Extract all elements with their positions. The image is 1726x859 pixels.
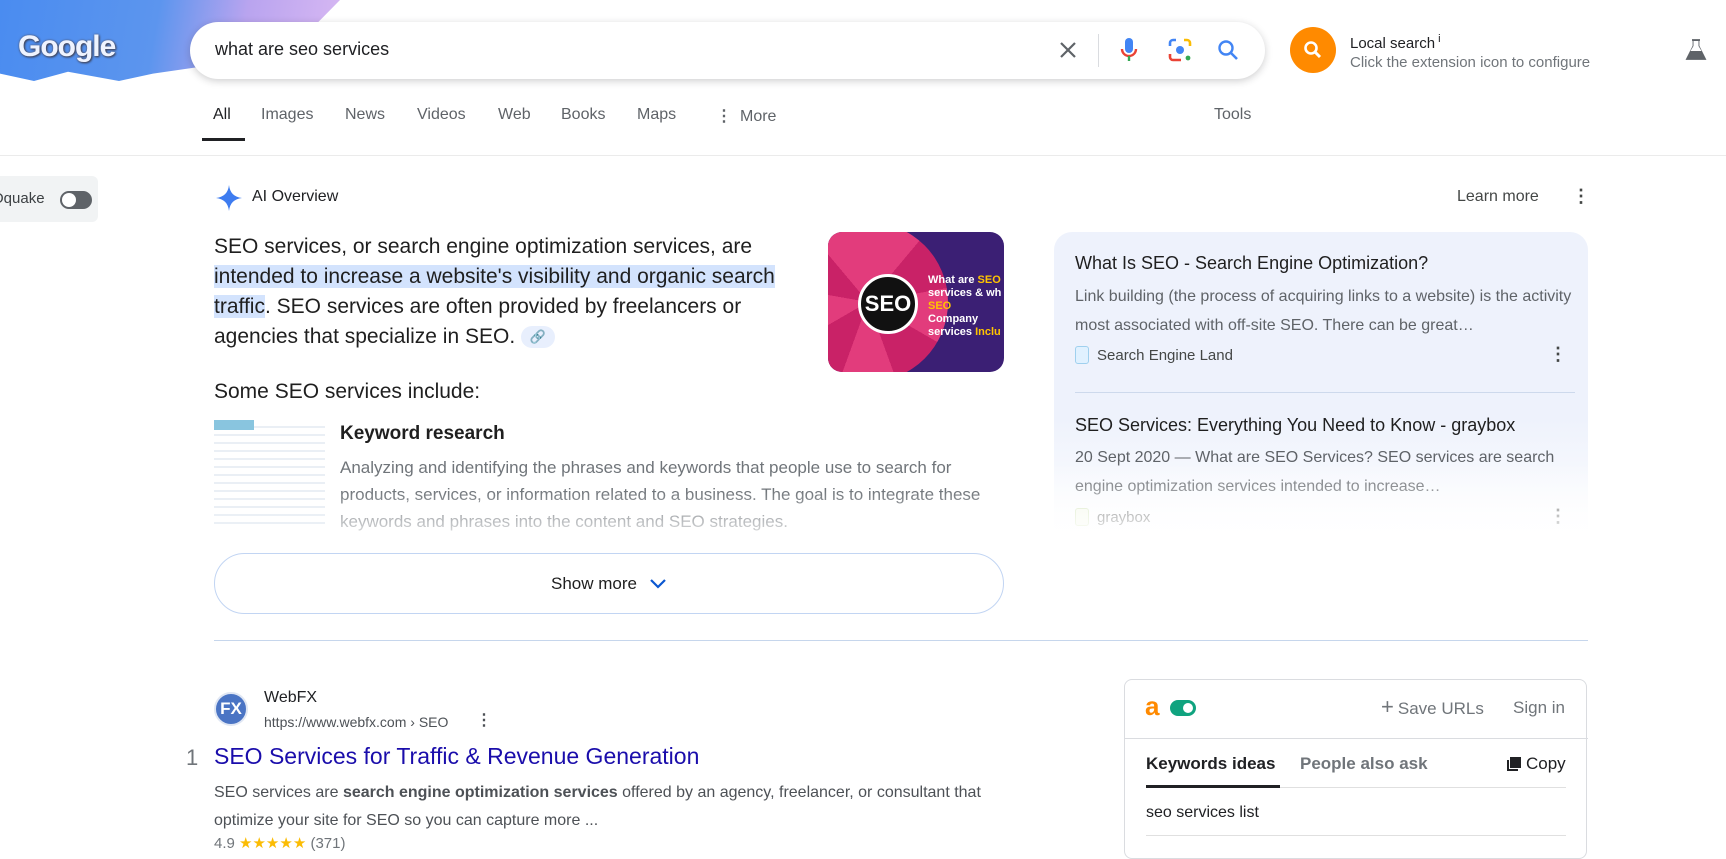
search-box[interactable]: what are seo services (190, 22, 1265, 79)
google-lens-icon[interactable] (1166, 36, 1194, 64)
site-favicon (1075, 346, 1089, 364)
ai-overview-title: AI Overview (252, 188, 339, 205)
caption-part: services & wh (928, 287, 1002, 299)
show-more-label: Show more (551, 573, 637, 593)
summary-text-end: . SEO services are often provided by fre… (214, 295, 742, 348)
tab-web[interactable]: Web (498, 106, 531, 124)
rating-value: 4.9 (214, 835, 235, 852)
result-url[interactable]: https://www.webfx.com › SEO (264, 714, 448, 730)
summary-text: SEO services, or search engine optimizat… (214, 235, 753, 258)
save-urls-label: Save URLs (1397, 699, 1484, 718)
chevron-down-icon (650, 578, 666, 589)
tab-people-also-ask[interactable]: People also ask (1300, 754, 1428, 774)
show-more-button[interactable]: Show more (214, 553, 1004, 614)
result-rating: 4.9 ★★★★★ (371) (214, 834, 345, 852)
keyword-extension-panel: a + Save URLs Sign in Keywords ideas Peop… (1124, 679, 1588, 859)
oquake-label: Oquake (0, 190, 45, 207)
local-search-title: Local search i (1350, 33, 1441, 52)
star-icons: ★★★★★ (239, 835, 307, 852)
result-title-link[interactable]: SEO Services for Traffic & Revenue Gener… (214, 743, 699, 770)
local-search-title-text: Local search (1350, 35, 1436, 52)
service-item-title: Keyword research (340, 423, 505, 444)
clear-icon[interactable] (1054, 36, 1082, 64)
review-count: (371) (310, 835, 346, 852)
plus-icon: + (1381, 694, 1394, 719)
fade-overlay (1054, 462, 1588, 542)
tab-news[interactable]: News (345, 106, 385, 124)
google-logo[interactable]: Google (18, 30, 116, 64)
tab-books[interactable]: Books (561, 106, 605, 124)
more-options-icon[interactable]: ⋮ (1572, 186, 1590, 207)
local-search-extension-icon[interactable] (1290, 27, 1336, 73)
tab-images[interactable]: Images (261, 106, 313, 124)
microphone-icon[interactable] (1115, 36, 1143, 64)
more-vert-icon: ⋮ (716, 108, 732, 125)
result-site-name[interactable]: WebFX (264, 689, 317, 707)
keyword-divider (1146, 835, 1566, 836)
caption-part: SEO (977, 274, 1001, 286)
info-icon[interactable]: i (1438, 33, 1440, 45)
caption-part: services (928, 326, 976, 338)
seo-infographic-image[interactable]: SEO What are SEO services & wh SEO Compa… (828, 232, 1004, 372)
tab-more-label: More (740, 108, 777, 125)
search-input[interactable]: what are seo services (215, 39, 389, 60)
snippet-bold: search engine optimization services (342, 784, 618, 801)
seo-center-label: SEO (858, 274, 918, 334)
tab-more[interactable]: ⋮ More (716, 106, 776, 126)
oquake-toggle[interactable] (60, 191, 92, 209)
result-options-icon[interactable]: ⋮ (476, 710, 492, 730)
result-snippet: SEO services are search engine optimizat… (214, 779, 1034, 835)
extension-toggle[interactable] (1170, 700, 1196, 716)
header-divider (0, 155, 1726, 156)
image-caption: What are SEO services & wh SEO Company s… (928, 274, 1004, 339)
copy-button[interactable]: Copy (1506, 754, 1566, 774)
source-title[interactable]: What Is SEO - Search Engine Optimization… (1075, 253, 1428, 274)
panel-divider (1125, 738, 1588, 739)
sign-in-button[interactable]: Sign in (1513, 698, 1565, 718)
keyword-item[interactable]: seo services list (1146, 804, 1259, 822)
tab-maps[interactable]: Maps (637, 106, 676, 124)
ai-overview-summary: SEO services, or search engine optimizat… (214, 232, 814, 352)
tab-videos[interactable]: Videos (417, 106, 466, 124)
caption-part: Inclu (975, 326, 1001, 338)
snippet-text: SEO services are (214, 784, 343, 801)
copy-label: Copy (1526, 754, 1566, 773)
search-icon[interactable] (1214, 36, 1242, 64)
link-icon[interactable]: 🔗 (521, 326, 556, 349)
labs-flask-icon[interactable] (1684, 38, 1708, 67)
source-site[interactable]: Search Engine Land (1075, 346, 1233, 364)
learn-more-link[interactable]: Learn more (1457, 188, 1539, 206)
more-options-icon[interactable]: ⋮ (1549, 344, 1567, 365)
keyword-research-thumbnail[interactable] (214, 420, 325, 525)
divider (1098, 34, 1099, 67)
webfx-favicon: FX (214, 692, 248, 726)
source-title[interactable]: SEO Services: Everything You Need to Kno… (1075, 415, 1515, 436)
copy-icon (1507, 756, 1521, 771)
tools-button[interactable]: Tools (1214, 106, 1251, 124)
save-urls-button[interactable]: + Save URLs (1381, 696, 1484, 719)
local-search-subtitle: Click the extension icon to configure (1350, 54, 1591, 71)
result-rank: 1 (186, 745, 199, 770)
tab-keywords-ideas[interactable]: Keywords ideas (1146, 754, 1275, 774)
ai-sparkle-icon (216, 185, 242, 216)
services-heading: Some SEO services include: (214, 380, 481, 403)
extension-logo: a (1145, 691, 1160, 721)
ai-sources-card: What Is SEO - Search Engine Optimization… (1054, 232, 1588, 542)
tab-all[interactable]: All (213, 106, 231, 124)
section-divider (214, 640, 1588, 641)
caption-part: What are (928, 274, 978, 286)
source-divider (1075, 392, 1575, 393)
service-item-description: Analyzing and identifying the phrases an… (340, 458, 981, 531)
source-snippet: Link building (the process of acquiring … (1075, 288, 1572, 334)
site-name: Search Engine Land (1097, 346, 1233, 364)
caption-part: Company (928, 313, 979, 325)
active-tab-indicator (202, 138, 245, 141)
oquake-panel: Oquake (0, 176, 98, 222)
caption-part: SEO (928, 300, 952, 312)
active-tab-indicator (1146, 785, 1280, 788)
